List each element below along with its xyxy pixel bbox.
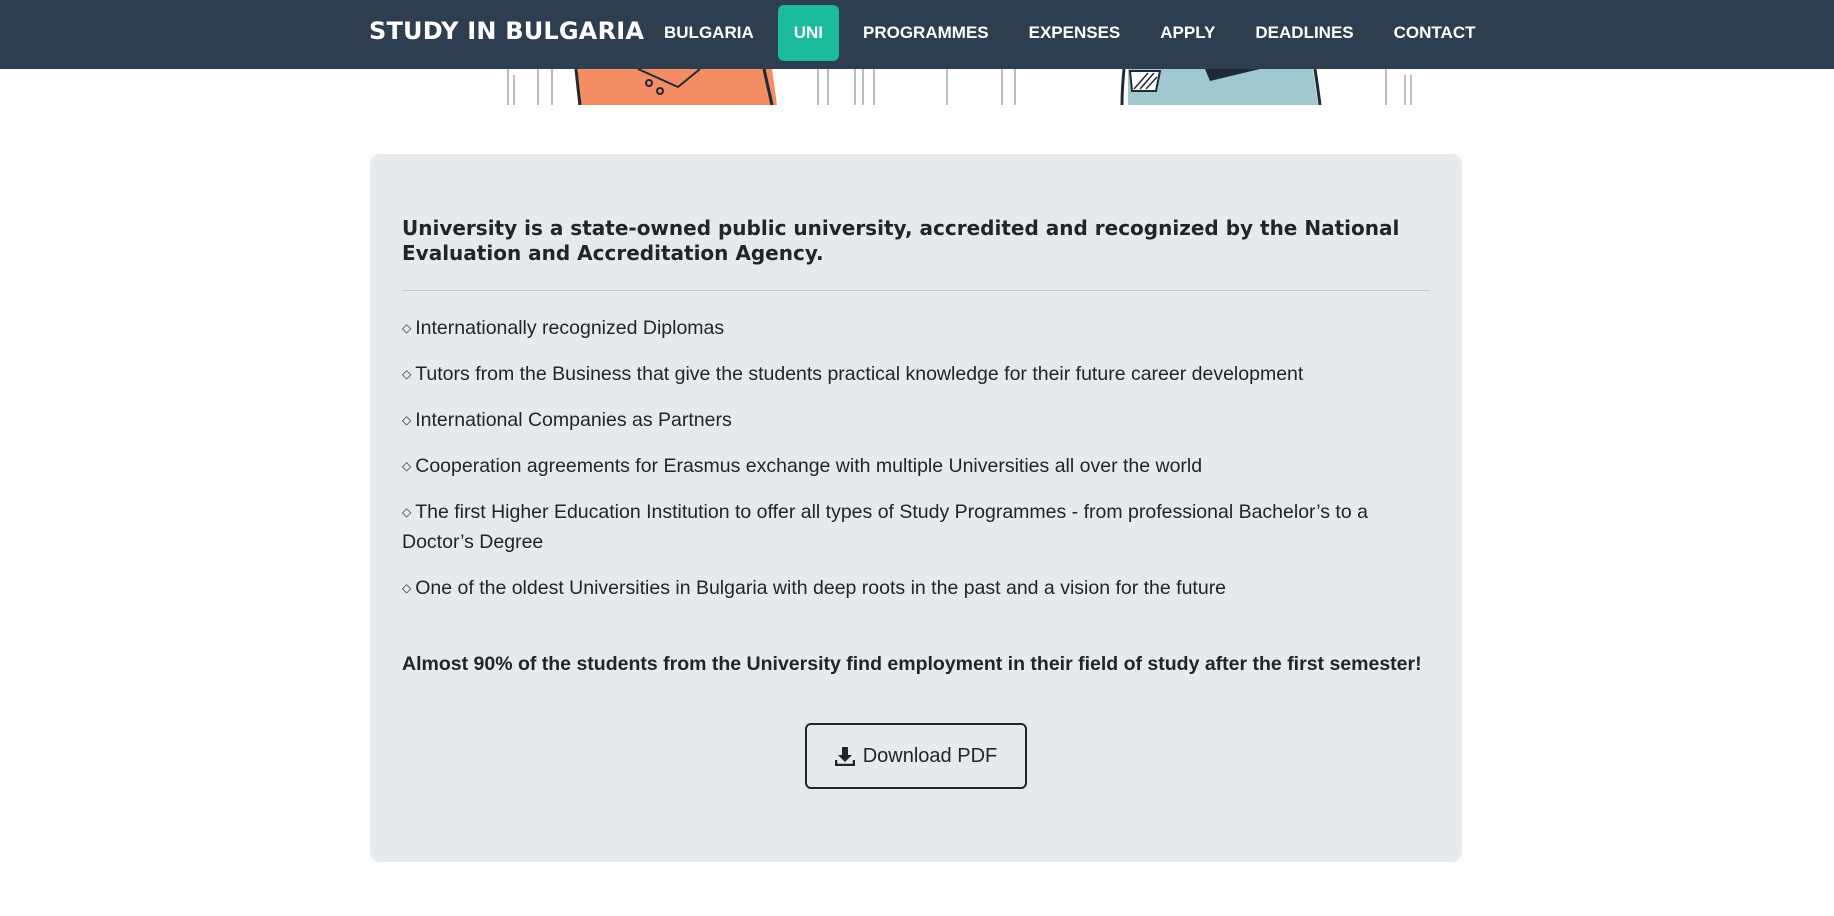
top-navbar: STUDY IN BULGARIA BULGARIA UNI PROGRAMME…: [0, 0, 1834, 69]
main-nav: BULGARIA UNI PROGRAMMES EXPENSES APPLY D…: [648, 5, 1499, 61]
feature-text: International Companies as Partners: [415, 409, 732, 431]
illustration-people-bars: [507, 68, 1412, 106]
divider: [402, 290, 1430, 291]
diamond-icon: ◇: [402, 459, 412, 473]
download-wrap: Download PDF: [402, 723, 1430, 789]
site-brand[interactable]: STUDY IN BULGARIA: [369, 17, 644, 45]
diamond-icon: ◇: [402, 581, 412, 595]
feature-text: Tutors from the Business that give the s…: [415, 363, 1304, 385]
diamond-icon: ◇: [402, 413, 412, 427]
list-item: ◇ Internationally recognized Diplomas: [402, 313, 1430, 343]
nav-item-expenses[interactable]: EXPENSES: [1013, 5, 1137, 61]
nav-item-bulgaria[interactable]: BULGARIA: [648, 5, 770, 61]
employment-highlight: Almost 90% of the students from the Univ…: [402, 653, 1422, 675]
nav-item-contact[interactable]: CONTACT: [1378, 5, 1492, 61]
list-item: ◇ The first Higher Education Institution …: [402, 497, 1430, 557]
list-item: ◇ International Companies as Partners: [402, 405, 1430, 435]
list-item: ◇ One of the oldest Universities in Bulga…: [402, 573, 1430, 603]
nav-item-uni[interactable]: UNI: [777, 5, 839, 61]
nav-item-programmes[interactable]: PROGRAMMES: [847, 5, 1005, 61]
feature-text: The first Higher Education Institution t…: [402, 501, 1368, 553]
hero-illustration: [500, 68, 1420, 106]
feature-text: One of the oldest Universities in Bulgar…: [415, 577, 1227, 599]
nav-item-deadlines[interactable]: DEADLINES: [1239, 5, 1369, 61]
download-label: Download PDF: [862, 744, 998, 767]
download-icon: [834, 747, 855, 766]
diamond-icon: ◇: [402, 367, 412, 381]
download-pdf-button[interactable]: Download PDF: [804, 723, 1028, 789]
diamond-icon: ◇: [402, 321, 412, 335]
list-item: ◇ Cooperation agreements for Erasmus exch…: [402, 451, 1430, 481]
card-headline: University is a state-owned public unive…: [402, 216, 1400, 265]
feature-text: Internationally recognized Diplomas: [415, 317, 725, 339]
diamond-icon: ◇: [402, 505, 412, 519]
nav-item-apply[interactable]: APPLY: [1144, 5, 1231, 61]
list-item: ◇ Tutors from the Business that give the …: [402, 359, 1430, 389]
university-info-card: University is a state-owned public unive…: [370, 154, 1462, 862]
feature-list: ◇ Internationally recognized Diplomas ◇ Tu…: [402, 313, 1430, 603]
feature-text: Cooperation agreements for Erasmus excha…: [415, 455, 1203, 477]
